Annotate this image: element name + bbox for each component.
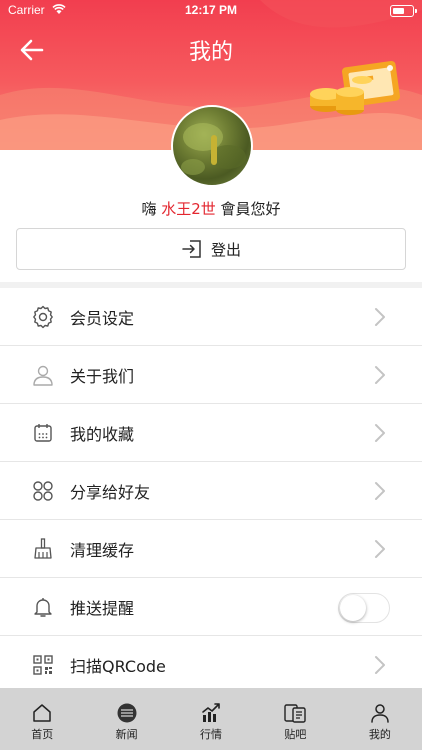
greeting-prefix: 嗨 <box>141 200 162 218</box>
tab-news[interactable]: 新闻 <box>84 688 168 750</box>
battery-icon <box>390 5 417 17</box>
bell-icon <box>34 598 52 617</box>
greeting-text: 嗨 水王2世 會員您好 <box>0 198 422 219</box>
avatar[interactable] <box>171 105 253 187</box>
menu-item-scan-qrcode[interactable]: 扫描QRCode <box>0 636 422 694</box>
username: 水王2世 <box>161 200 216 218</box>
menu-item-label: 分享给好友 <box>70 483 151 502</box>
status-time: 12:17 PM <box>184 3 238 17</box>
gear-icon <box>33 305 53 329</box>
tab-label: 首页 <box>31 728 54 741</box>
chevron-right-icon <box>375 366 385 384</box>
tab-label: 新闻 <box>115 728 138 741</box>
logout-icon <box>182 240 201 258</box>
toggle-knob <box>340 595 366 621</box>
logout-button[interactable]: 登出 <box>16 228 406 270</box>
greeting-suffix: 會員您好 <box>215 200 281 218</box>
settings-menu: 会员设定 关于我们 我的收藏 分享给好友 清理缓存 推送提醒 扫描QRCode <box>0 288 422 694</box>
trend-icon <box>202 703 220 722</box>
chevron-right-icon <box>375 482 385 500</box>
menu-item-clear-cache[interactable]: 清理缓存 <box>0 520 422 578</box>
news-icon <box>117 703 137 723</box>
chevron-right-icon <box>375 540 385 558</box>
calendar-icon <box>34 424 52 442</box>
person-icon <box>33 365 53 386</box>
menu-item-label: 我的收藏 <box>70 425 135 444</box>
tab-label: 贴吧 <box>284 728 307 741</box>
tab-profile[interactable]: 我的 <box>338 688 422 750</box>
tab-label: 我的 <box>368 728 391 741</box>
menu-item-favorites[interactable]: 我的收藏 <box>0 404 422 462</box>
bottom-tab-bar: 首页 新闻 行情 贴吧 我的 <box>0 688 422 750</box>
tab-label: 行情 <box>200 728 223 741</box>
tab-home[interactable]: 首页 <box>0 688 84 750</box>
tab-market[interactable]: 行情 <box>169 688 253 750</box>
menu-item-share[interactable]: 分享给好友 <box>0 462 422 520</box>
chevron-right-icon <box>375 656 385 674</box>
menu-item-label: 推送提醒 <box>70 599 135 618</box>
avatar-photo <box>181 123 246 175</box>
broom-icon <box>34 538 52 559</box>
logout-label: 登出 <box>210 240 241 259</box>
menu-item-label: 扫描QRCode <box>70 657 166 676</box>
profile-icon <box>371 704 389 723</box>
menu-item-push-notifications: 推送提醒 <box>0 578 422 636</box>
coins-illustration <box>310 60 401 115</box>
menu-item-label: 清理缓存 <box>70 541 135 560</box>
grid-icon <box>33 481 53 501</box>
forum-icon <box>284 704 307 723</box>
chevron-right-icon <box>375 424 385 442</box>
chevron-right-icon <box>375 308 385 326</box>
status-bar: Carrier 12:17 PM <box>0 0 422 22</box>
menu-item-label: 关于我们 <box>70 367 135 386</box>
menu-item-label: 会员设定 <box>70 309 135 328</box>
tab-forum[interactable]: 贴吧 <box>253 688 337 750</box>
menu-item-member-settings[interactable]: 会员设定 <box>0 288 422 346</box>
qr-icon <box>33 655 53 675</box>
menu-item-about-us[interactable]: 关于我们 <box>0 346 422 404</box>
push-notifications-toggle[interactable] <box>338 593 390 623</box>
home-icon <box>33 704 51 722</box>
